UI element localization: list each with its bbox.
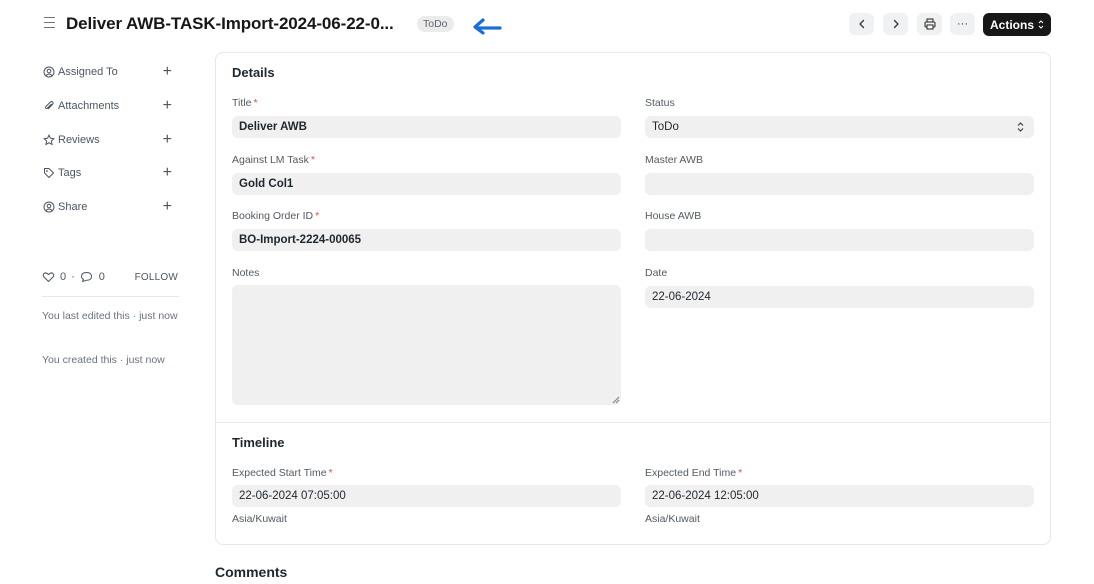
paperclip-icon (42, 100, 55, 113)
star-icon (42, 134, 55, 147)
follow-button[interactable]: FOLLOW (135, 272, 178, 283)
share-icon (42, 201, 55, 214)
expected-end-label: Expected End Time * (645, 467, 743, 479)
chevron-right-icon (893, 19, 899, 29)
add-tag-plus-icon[interactable]: + (163, 165, 172, 181)
section-divider (216, 422, 1050, 423)
status-select[interactable]: ToDo (645, 116, 1034, 138)
status-label: Status (645, 97, 675, 109)
previous-record-button[interactable] (849, 13, 874, 35)
house-awb-label: House AWB (645, 210, 702, 222)
printer-icon (923, 18, 936, 30)
sidebar-item-label: Assigned To (58, 66, 118, 78)
comments-section-title: Comments (215, 564, 288, 580)
title-label: Title * (232, 97, 258, 109)
date-label: Date (645, 267, 668, 279)
add-review-plus-icon[interactable]: + (163, 132, 172, 148)
arrow-left-icon (473, 18, 502, 35)
chevron-left-icon (858, 19, 864, 29)
sidebar-item-label: Attachments (58, 100, 120, 112)
chevron-updown-icon (1017, 122, 1024, 132)
start-timezone: Asia/Kuwait (232, 513, 287, 525)
activity-created: You created this · just now (42, 354, 165, 366)
expected-start-input[interactable]: 22-06-2024 07:05:00 (232, 485, 621, 507)
end-timezone: Asia/Kuwait (645, 513, 700, 525)
sidebar-item-attachments[interactable]: Attachments + (42, 96, 176, 116)
stats-separator: · (71, 271, 75, 283)
sidebar-item-tags[interactable]: Tags + (42, 163, 176, 183)
notes-textarea[interactable] (232, 285, 621, 405)
sidebar-item-label: Share (58, 201, 88, 213)
resize-handle-icon[interactable] (612, 396, 620, 404)
add-share-plus-icon[interactable]: + (163, 199, 172, 215)
add-assignee-plus-icon[interactable]: + (163, 64, 172, 80)
booking-order-label: Booking Order ID * (232, 210, 320, 222)
page-header: Deliver AWB-TASK-Import-2024-06-22-0... … (0, 0, 1094, 50)
sidebar-item-share[interactable]: Share + (42, 197, 176, 217)
sidebar-item-label: Reviews (58, 134, 100, 146)
master-awb-input[interactable] (645, 173, 1034, 195)
engagement-stats: 0 · 0 FOLLOW (42, 269, 179, 285)
against-lm-task-input[interactable]: Gold Col1 (232, 173, 621, 195)
sidebar-toggle-icon[interactable] (44, 17, 56, 29)
assign-icon (42, 66, 55, 79)
house-awb-input[interactable] (645, 229, 1034, 251)
next-record-button[interactable] (883, 13, 908, 35)
like-count: 0 (60, 271, 67, 283)
form-card: Details Title * Deliver AWB Status ToDo A… (215, 52, 1051, 545)
notes-label: Notes (232, 267, 260, 279)
add-attachment-plus-icon[interactable]: + (163, 98, 172, 114)
page-title: Deliver AWB-TASK-Import-2024-06-22-0... (66, 14, 394, 33)
master-awb-label: Master AWB (645, 154, 703, 166)
against-lm-task-label: Against LM Task * (232, 154, 315, 166)
sidebar-item-reviews[interactable]: Reviews + (42, 130, 176, 150)
activity-last-edited: You last edited this · just now (42, 310, 178, 322)
comment-icon[interactable] (80, 271, 93, 283)
date-input[interactable]: 22-06-2024 (645, 286, 1034, 308)
tag-icon (42, 167, 55, 180)
comment-count: 0 (98, 271, 105, 283)
booking-order-input[interactable]: BO-Import-2224-00065 (232, 229, 621, 251)
more-options-button[interactable]: ··· (950, 13, 975, 35)
sidebar-divider (42, 296, 179, 297)
status-badge: ToDo (417, 16, 454, 32)
details-section-title: Details (232, 65, 275, 80)
actions-button[interactable]: Actions (983, 13, 1051, 36)
title-input[interactable]: Deliver AWB (232, 116, 621, 138)
chevron-updown-icon (1038, 20, 1044, 29)
actions-label: Actions (989, 17, 1034, 32)
expected-end-input[interactable]: 22-06-2024 12:05:00 (645, 485, 1034, 507)
expected-start-label: Expected Start Time * (232, 467, 333, 479)
status-select-value: ToDo (652, 121, 679, 133)
timeline-section-title: Timeline (232, 435, 285, 450)
sidebar-item-assigned-to[interactable]: Assigned To + (42, 62, 176, 82)
heart-icon[interactable] (42, 271, 55, 283)
sidebar-item-label: Tags (58, 167, 82, 179)
print-button[interactable] (917, 13, 942, 35)
